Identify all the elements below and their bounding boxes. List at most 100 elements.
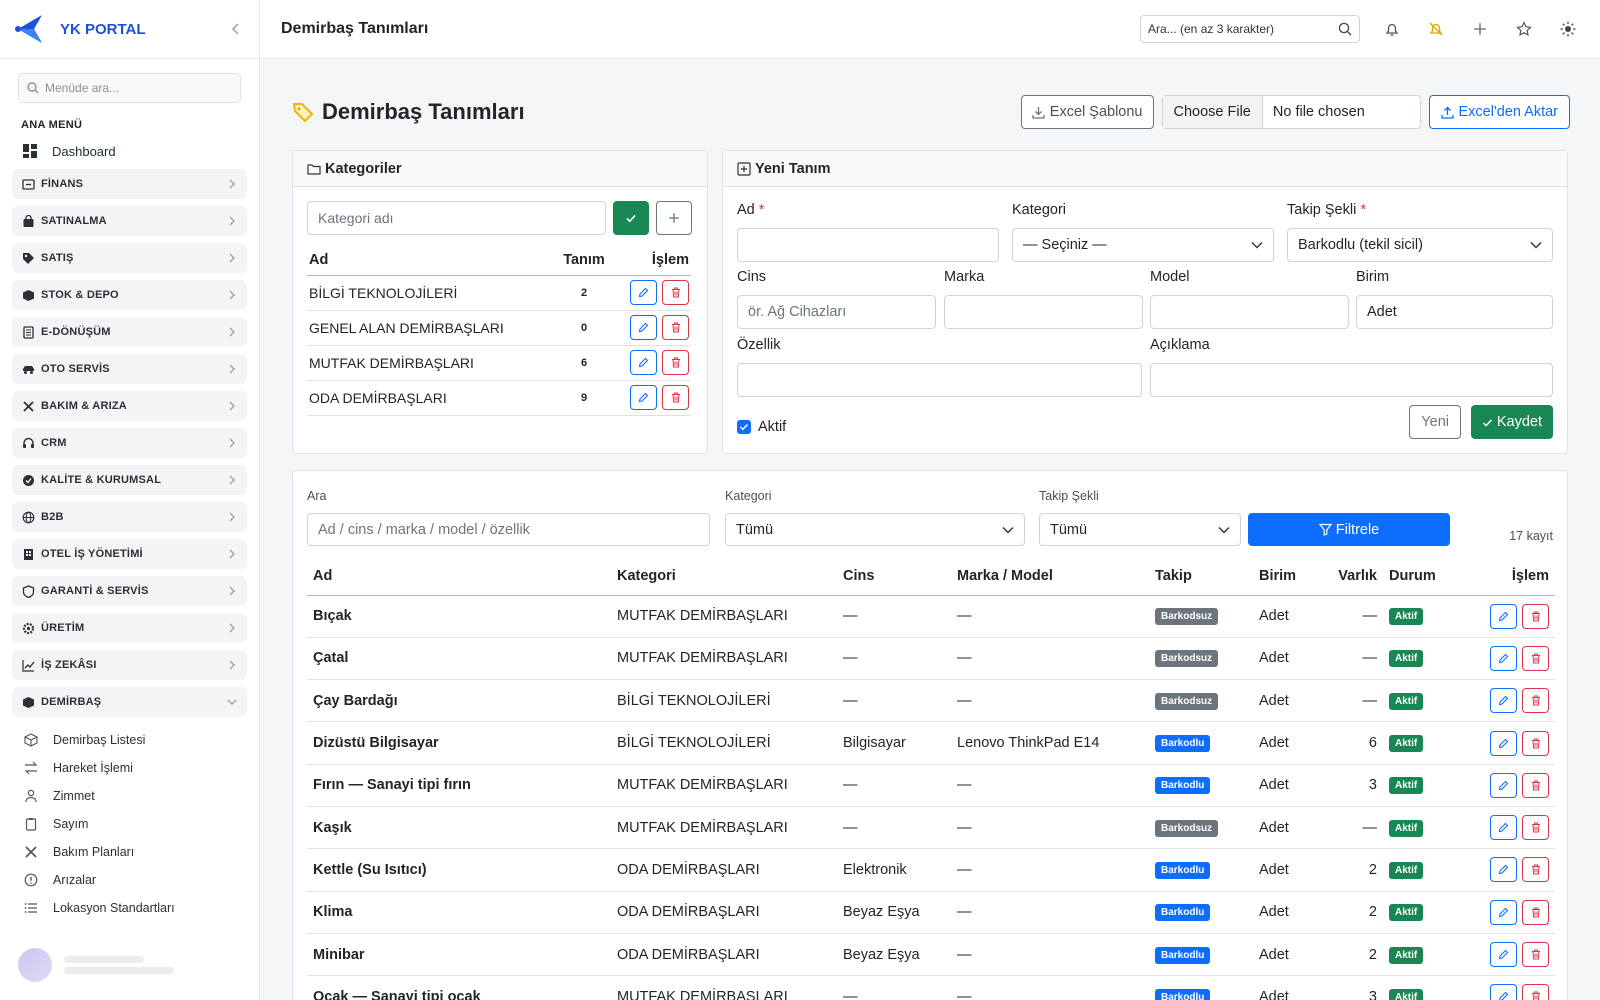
- edit-icon[interactable]: [630, 280, 657, 305]
- trash-icon[interactable]: [1522, 815, 1549, 841]
- ozellik-label: Özellik: [737, 337, 781, 353]
- filter-takip-value: Tümü: [1050, 521, 1088, 538]
- trash-icon[interactable]: [1522, 730, 1549, 756]
- chart-icon: [22, 659, 35, 672]
- category-save-button[interactable]: [613, 201, 649, 235]
- cell-takip: Barkodlu: [1149, 848, 1253, 892]
- sidebar-item-demirbas-listesi[interactable]: Demirbaş Listesi: [24, 728, 259, 752]
- bell-icon[interactable]: [1370, 15, 1414, 43]
- sidebar-item-lokasyon-standartlari[interactable]: Lokasyon Standartları: [24, 896, 259, 920]
- category-count: 2: [549, 275, 619, 311]
- aciklama-input[interactable]: [1150, 363, 1553, 397]
- sidebar-module-uretim[interactable]: ÜRETİM: [12, 613, 247, 643]
- sidebar-module-demirbas[interactable]: DEMİRBAŞ: [12, 687, 247, 717]
- trash-icon[interactable]: [662, 350, 689, 375]
- edit-icon[interactable]: [1490, 984, 1517, 1000]
- edit-icon[interactable]: [1490, 603, 1517, 629]
- filter-takip-select[interactable]: Tümü: [1039, 513, 1241, 546]
- sidebar-module-satinalma[interactable]: SATINALMA: [12, 206, 247, 236]
- trash-icon[interactable]: [1522, 772, 1549, 798]
- column-header-ops: İşlem: [619, 245, 691, 276]
- menu-search[interactable]: [18, 73, 241, 103]
- ozellik-input[interactable]: [737, 363, 1142, 397]
- model-input[interactable]: [1150, 295, 1349, 329]
- sidebar-item-sayim[interactable]: Sayım: [24, 812, 259, 836]
- sidebar-module-kalite[interactable]: KALİTE & KURUMSAL: [12, 465, 247, 495]
- trash-icon[interactable]: [1522, 603, 1549, 629]
- sidebar-module-finans[interactable]: FİNANS: [12, 169, 247, 199]
- column-header-varlik: Varlık: [1321, 557, 1383, 596]
- trash-icon[interactable]: [662, 280, 689, 305]
- filter-search-input[interactable]: [307, 513, 710, 546]
- cell-marka-model: —: [951, 637, 1149, 681]
- trash-icon[interactable]: [1522, 688, 1549, 714]
- file-input[interactable]: Choose File No file chosen: [1161, 95, 1421, 129]
- edit-icon[interactable]: [1490, 942, 1517, 968]
- edit-icon[interactable]: [1490, 645, 1517, 671]
- star-icon[interactable]: [1502, 15, 1546, 43]
- cell-varlik: —: [1321, 806, 1383, 850]
- edit-icon[interactable]: [1490, 688, 1517, 714]
- sidebar-module-otel[interactable]: OTEL İŞ YÖNETİMİ: [12, 539, 247, 569]
- table-row: BİLGİ TEKNOLOJİLERİ 2: [307, 275, 691, 311]
- yeni-button[interactable]: Yeni: [1409, 405, 1461, 439]
- sidebar-module-e-donusum[interactable]: E-DÖNÜŞÜM: [12, 317, 247, 347]
- sidebar-item-dashboard[interactable]: Dashboard: [22, 139, 259, 163]
- sidebar-item-arizalar[interactable]: Arızalar: [24, 868, 259, 892]
- takip-select[interactable]: Barkodlu (tekil sicil): [1287, 228, 1553, 262]
- trash-icon[interactable]: [1522, 857, 1549, 883]
- ad-input[interactable]: [737, 228, 999, 262]
- trash-icon[interactable]: [662, 315, 689, 340]
- menu-search-input[interactable]: [45, 81, 225, 95]
- choose-file-button[interactable]: Choose File: [1162, 96, 1263, 128]
- filter-kategori-select[interactable]: Tümü: [725, 513, 1025, 546]
- sidebar-item-zimmet[interactable]: Zimmet: [24, 784, 259, 808]
- cell-durum: Aktif: [1383, 721, 1467, 765]
- category-name-input[interactable]: [307, 201, 606, 235]
- sidebar-module-bakim-ariza[interactable]: BAKIM & ARIZA: [12, 391, 247, 421]
- birim-input[interactable]: [1356, 295, 1553, 329]
- plus-icon[interactable]: [1458, 15, 1502, 43]
- sidebar-module-crm[interactable]: CRM: [12, 428, 247, 458]
- sidebar-module-b2b[interactable]: B2B: [12, 502, 247, 532]
- trash-icon[interactable]: [1522, 984, 1549, 1000]
- trash-icon[interactable]: [1522, 942, 1549, 968]
- edit-icon[interactable]: [1490, 815, 1517, 841]
- trash-icon[interactable]: [1522, 645, 1549, 671]
- collapse-sidebar-icon[interactable]: [225, 19, 245, 39]
- edit-icon[interactable]: [630, 385, 657, 410]
- sidebar-module-oto-servis[interactable]: OTO SERVİS: [12, 354, 247, 384]
- cell-takip: Barkodsuz: [1149, 637, 1253, 681]
- cins-input[interactable]: [737, 295, 936, 329]
- trash-icon[interactable]: [1522, 899, 1549, 925]
- definitions-list-card: Ara Kategori Tümü Takip Şekli Tümü Filtr…: [292, 470, 1568, 1000]
- bell-off-icon[interactable]: [1414, 15, 1458, 43]
- cell-kategori: MUTFAK DEMİRBAŞLARI: [611, 806, 837, 850]
- marka-input[interactable]: [944, 295, 1143, 329]
- user-profile[interactable]: [18, 948, 238, 982]
- aktif-checkbox[interactable]: Aktif: [737, 419, 786, 435]
- edit-icon[interactable]: [630, 350, 657, 375]
- global-search[interactable]: [1140, 15, 1360, 43]
- excel-template-button[interactable]: Excel Şablonu: [1020, 95, 1154, 129]
- sidebar-module-stok-depo[interactable]: STOK & DEPO: [12, 280, 247, 310]
- edit-icon[interactable]: [1490, 772, 1517, 798]
- theme-sun-icon[interactable]: [1546, 15, 1590, 43]
- tracking-badge: Barkodlu: [1155, 735, 1211, 753]
- global-search-input[interactable]: [1148, 22, 1338, 36]
- sidebar-item-bakim-planlari[interactable]: Bakım Planları: [24, 840, 259, 864]
- sidebar-item-hareket-islemi[interactable]: Hareket İşlemi: [24, 756, 259, 780]
- excel-import-button[interactable]: Excel'den Aktar: [1428, 95, 1570, 129]
- sidebar-module-is-zekasi[interactable]: İŞ ZEKÂSI: [12, 650, 247, 680]
- trash-icon[interactable]: [662, 385, 689, 410]
- edit-icon[interactable]: [1490, 730, 1517, 756]
- kategori-select[interactable]: — Seçiniz —: [1012, 228, 1274, 262]
- category-add-button[interactable]: [656, 201, 692, 235]
- sidebar-module-garanti[interactable]: GARANTİ & SERVİS: [12, 576, 247, 606]
- sidebar-module-satis[interactable]: SATIŞ: [12, 243, 247, 273]
- edit-icon[interactable]: [630, 315, 657, 340]
- kaydet-button[interactable]: Kaydet: [1470, 405, 1553, 439]
- edit-icon[interactable]: [1490, 899, 1517, 925]
- filter-button[interactable]: Filtrele: [1248, 513, 1450, 546]
- edit-icon[interactable]: [1490, 857, 1517, 883]
